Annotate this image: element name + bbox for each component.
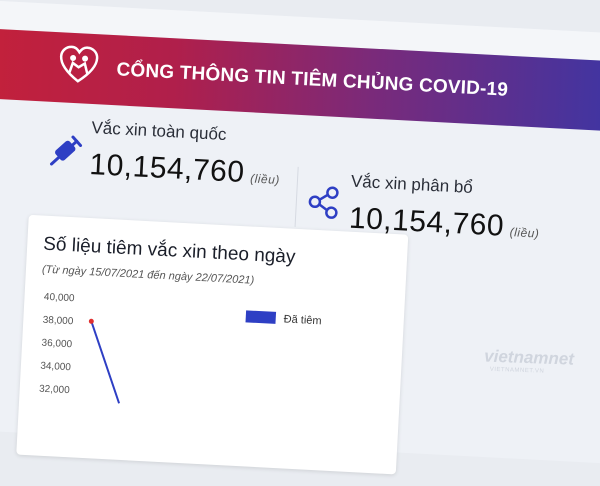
stat-value: 10,154,760 (liều) bbox=[89, 148, 281, 192]
stat-divider bbox=[294, 166, 299, 227]
data-point[interactable] bbox=[88, 318, 94, 324]
vaccination-line-chart: 40,000 38,000 36,000 34,000 32,000 Đã tiêm bbox=[39, 292, 322, 404]
portal-screen: CỔNG THÔNG TIN TIÊM CHỦNG COVID-19 Vắc x… bbox=[0, 0, 600, 475]
stat-unit: (liều) bbox=[509, 225, 540, 241]
daily-vaccination-card: Số liệu tiêm vắc xin theo ngày (Từ ngày … bbox=[16, 214, 409, 475]
stat-label: Vắc xin toàn quốc bbox=[90, 118, 227, 145]
stat-label: Vắc xin phân bổ bbox=[350, 171, 474, 198]
y-tick-label: 38,000 bbox=[42, 315, 74, 328]
share-nodes-icon bbox=[308, 186, 339, 219]
vietnamnet-watermark: vietnamnet VIETNAMNET.VN bbox=[465, 344, 586, 384]
y-tick-label: 36,000 bbox=[41, 338, 73, 351]
legend-label: Đã tiêm bbox=[283, 313, 321, 327]
stat-allocated-vaccine: Vắc xin phân bổ 10,154,760 (liều) bbox=[348, 171, 540, 243]
watermark-subtext: VIETNAMNET.VN bbox=[489, 366, 545, 375]
heart-family-logo-icon bbox=[59, 45, 99, 83]
card-title: Số liệu tiêm vắc xin theo ngày bbox=[42, 233, 296, 268]
stat-national-vaccine: Vắc xin toàn quốc 10,154,760 (liều) bbox=[89, 118, 281, 189]
stat-unit: (liều) bbox=[249, 171, 281, 187]
syringe-icon bbox=[50, 135, 83, 166]
y-tick-label: 34,000 bbox=[40, 361, 72, 374]
series-line-da-tiem bbox=[90, 320, 121, 404]
legend-swatch[interactable] bbox=[245, 310, 277, 324]
stat-number: 10,154,760 bbox=[88, 147, 246, 190]
y-tick-label: 40,000 bbox=[44, 292, 76, 305]
card-subtitle: (Từ ngày 15/07/2021 đến ngày 22/07/2021) bbox=[41, 263, 255, 287]
y-tick-label: 32,000 bbox=[39, 384, 71, 397]
page-title: CỔNG THÔNG TIN TIÊM CHỦNG COVID-19 bbox=[115, 59, 509, 101]
